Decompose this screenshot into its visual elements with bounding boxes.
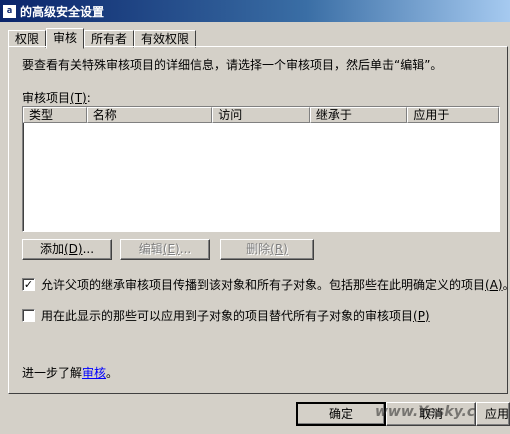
edit-button-key: (E) [162,242,180,256]
replace-checkbox[interactable] [22,309,35,322]
watermark: www.Yesky.c [375,404,476,420]
column-header-apply-to[interactable]: 应用于 [407,107,499,123]
learn-more-link[interactable]: 审核 [82,366,106,380]
inherit-option-suffix: 。 [503,276,510,293]
add-button-key: (D) [63,242,83,256]
column-header-inherited-from[interactable]: 继承于 [309,107,408,123]
column-header-name[interactable]: 名称 [86,107,213,123]
replace-option[interactable]: 用在此显示的那些可以应用到子对象的项目替代所有子对象的审核项目 (P) [22,307,430,324]
apply-button[interactable]: 应用 [476,402,510,426]
inherit-option-text: 允许父项的继承审核项目传播到该对象和所有子对象。包括那些在此明确定义的项目 [41,278,486,292]
add-button-suffix: ... [82,242,95,256]
delete-button-key: (R) [270,242,288,256]
audit-entries-label-key: (T) [70,91,87,105]
learn-more: 进一步了解审核。 [22,364,118,381]
add-button-label: 添加 [39,242,64,256]
inherit-option[interactable]: ✓ 允许父项的继承审核项目传播到该对象和所有子对象。包括那些在此明确定义的项目(… [22,276,510,293]
tab-auditing[interactable]: 审核 [46,28,85,49]
edit-button[interactable]: 编辑(E)... [120,239,210,260]
audit-entries-list[interactable]: 类型 名称 访问 继承于 应用于 [22,106,500,232]
replace-option-text: 用在此显示的那些可以应用到子对象的项目替代所有子对象的审核项目 [41,309,414,323]
delete-button[interactable]: 删除(R) [220,239,314,260]
audit-entries-label: 审核项目(T): [22,89,91,106]
title-bar: a 的高级安全设置 [0,0,510,22]
inherit-option-key: (A) [485,277,503,292]
ok-button[interactable]: 确定 [296,402,386,426]
audit-entries-label-colon: : [86,91,91,105]
window-title: 的高级安全设置 [20,4,105,19]
column-header-access[interactable]: 访问 [212,107,310,123]
edit-button-suffix: ... [179,242,192,256]
learn-more-suffix: 。 [106,366,119,380]
tab-strip: 权限 审核 所有者 有效权限 [8,28,197,49]
description-text: 要查看有关特殊审核项目的详细信息，请选择一个审核项目，然后单击“编辑”。 [22,58,443,72]
column-header-type[interactable]: 类型 [23,107,87,123]
add-button[interactable]: 添加(D)... [22,239,112,260]
window-icon: a [3,4,16,18]
delete-button-label: 删除 [246,242,271,256]
list-header: 类型 名称 访问 继承于 应用于 [23,107,499,123]
learn-more-prefix: 进一步了解 [22,366,83,380]
audit-entries-label-text: 审核项目 [22,91,71,105]
inherit-checkbox[interactable]: ✓ [22,278,35,291]
replace-option-key: (P) [413,308,430,323]
edit-button-label: 编辑 [138,242,163,256]
